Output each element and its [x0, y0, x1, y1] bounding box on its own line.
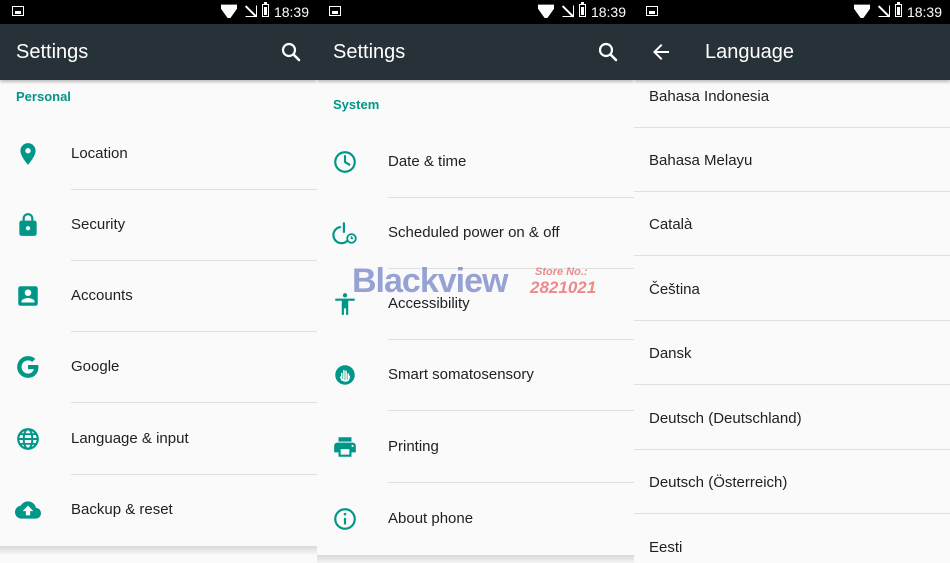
settings-personal-screen: 18:39 Settings Personal Location Securit…	[0, 0, 317, 563]
status-bar: 18:39	[317, 0, 634, 24]
section-header-system: System	[333, 97, 380, 112]
battery-icon	[579, 2, 586, 17]
power-clock-icon	[332, 222, 357, 245]
settings-item-label: Printing	[388, 438, 439, 455]
battery-icon	[262, 2, 269, 17]
language-item[interactable]: Català	[634, 192, 950, 256]
settings-item-label: Security	[71, 216, 126, 233]
language-label: Deutsch (Österreich)	[649, 474, 788, 491]
gallery-notification-icon	[12, 6, 24, 16]
globe-icon	[17, 428, 39, 450]
settings-item-smart-somatosensory[interactable]: Smart somatosensory	[317, 340, 634, 411]
search-icon[interactable]	[596, 40, 620, 64]
settings-item-language-input[interactable]: Language & input	[0, 404, 317, 475]
app-bar: Settings	[317, 24, 634, 80]
divider	[388, 482, 634, 483]
settings-item-security[interactable]: Security	[0, 190, 317, 261]
app-bar: Settings	[0, 24, 317, 80]
settings-item-accounts[interactable]: Accounts	[0, 261, 317, 332]
settings-item-label: Google	[71, 358, 120, 375]
language-label: Eesti	[649, 539, 683, 556]
account-box-icon	[18, 286, 38, 306]
settings-item-backup-reset[interactable]: Backup & reset	[0, 475, 317, 546]
divider	[634, 255, 950, 256]
status-time: 18:39	[273, 4, 309, 20]
settings-item-label: Accounts	[71, 287, 133, 304]
gallery-notification-icon	[646, 6, 658, 16]
settings-item-accessibility[interactable]: Accessibility	[317, 269, 634, 340]
no-signal-icon	[245, 5, 257, 17]
language-item[interactable]: Bahasa Melayu	[634, 128, 950, 192]
settings-item-label: Accessibility	[388, 295, 470, 312]
settings-item-label: Location	[71, 145, 128, 162]
hand-gesture-icon	[335, 365, 355, 385]
settings-item-location[interactable]: Location	[0, 119, 317, 190]
language-item[interactable]: Čeština	[634, 257, 950, 321]
battery-icon	[895, 2, 902, 17]
accessibility-icon	[335, 293, 355, 315]
back-arrow-icon[interactable]	[649, 40, 673, 64]
divider	[388, 410, 634, 411]
gallery-notification-icon	[329, 6, 341, 16]
search-icon[interactable]	[279, 40, 303, 64]
settings-item-label: Language & input	[71, 430, 189, 447]
language-item[interactable]: Dansk	[634, 321, 950, 385]
language-label: Bahasa Indonesia	[649, 88, 770, 105]
status-bar: 18:39	[0, 0, 317, 24]
list-card-shadow	[0, 546, 317, 554]
status-bar: 18:39	[634, 0, 950, 24]
cloud-upload-icon	[15, 501, 41, 519]
divider	[634, 513, 950, 514]
language-label: Čeština	[649, 281, 700, 298]
page-title: Language	[705, 41, 794, 63]
settings-item-scheduled-power[interactable]: Scheduled power on & off	[317, 198, 634, 269]
settings-item-google[interactable]: Google	[0, 332, 317, 403]
settings-item-printing[interactable]: Printing	[317, 412, 634, 483]
settings-item-label: About phone	[388, 510, 474, 527]
status-time: 18:39	[590, 4, 626, 20]
location-pin-icon	[20, 143, 36, 165]
settings-system-screen: 18:39 Settings System Date & time Schedu…	[317, 0, 634, 563]
page-title: Settings	[16, 41, 89, 63]
settings-item-label: Smart somatosensory	[388, 366, 534, 383]
no-signal-icon	[562, 5, 574, 17]
language-item[interactable]: Deutsch (Österreich)	[634, 450, 950, 514]
divider	[634, 384, 950, 385]
page-title: Settings	[333, 41, 406, 63]
language-label: Català	[649, 216, 693, 233]
info-icon	[334, 508, 356, 530]
wifi-icon	[221, 4, 237, 18]
list-card-shadow	[317, 555, 634, 563]
settings-item-label: Backup & reset	[71, 501, 173, 518]
settings-item-about-phone[interactable]: About phone	[317, 484, 634, 555]
language-item[interactable]: Deutsch (Deutschland)	[634, 386, 950, 450]
status-time: 18:39	[906, 4, 942, 20]
wifi-icon	[854, 4, 870, 18]
language-label: Bahasa Melayu	[649, 152, 753, 169]
section-header-personal: Personal	[16, 89, 71, 104]
settings-item-label: Scheduled power on & off	[388, 224, 560, 241]
language-screen: 18:39 Language Bahasa Indonesia Bahasa M…	[634, 0, 950, 563]
clock-icon	[334, 151, 356, 173]
settings-item-date-time[interactable]: Date & time	[317, 127, 634, 198]
language-label: Dansk	[649, 345, 692, 362]
divider	[71, 402, 317, 403]
printer-icon	[334, 437, 356, 457]
settings-item-label: Date & time	[388, 153, 467, 170]
language-item[interactable]: Eesti	[634, 515, 950, 563]
language-label: Deutsch (Deutschland)	[649, 410, 802, 427]
no-signal-icon	[878, 5, 890, 17]
lock-icon	[19, 213, 37, 236]
google-icon	[17, 356, 39, 378]
app-bar: Language	[634, 24, 950, 80]
wifi-icon	[538, 4, 554, 18]
